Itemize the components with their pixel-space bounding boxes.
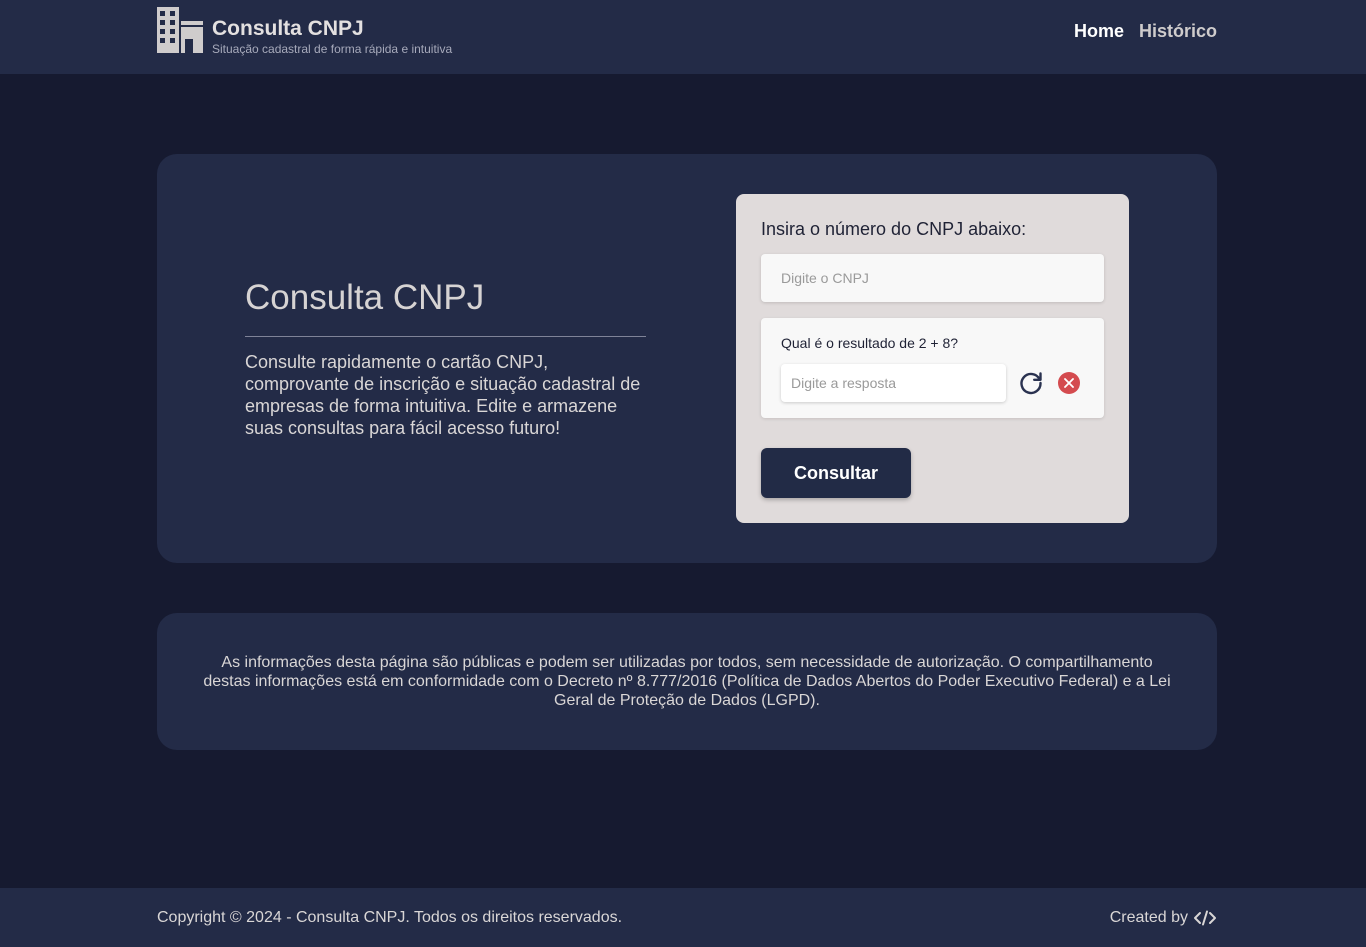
copyright-text: Copyright © 2024 - Consulta CNPJ. Todos … — [157, 909, 623, 926]
hero-title: Consulta CNPJ — [245, 278, 485, 317]
captcha-question: Qual é o resultado de 2 + 8? — [781, 335, 959, 351]
top-navbar: Consulta CNPJ Situação cadastral de form… — [0, 0, 1366, 74]
close-circle-icon[interactable] — [1058, 372, 1080, 394]
hero-divider — [245, 336, 646, 337]
cnpj-input[interactable] — [761, 254, 1104, 302]
captcha-box: Qual é o resultado de 2 + 8? — [761, 318, 1104, 418]
info-card: As informações desta página são públicas… — [157, 613, 1217, 750]
created-by[interactable]: Created by — [1110, 909, 1217, 927]
cnpj-form-label: Insira o número do CNPJ abaixo: — [761, 219, 1027, 239]
nav-home-link[interactable]: Home — [1074, 20, 1124, 42]
code-icon — [1194, 910, 1216, 926]
brand-subtitle: Situação cadastral de forma rápida e int… — [212, 42, 453, 56]
brand[interactable]: Consulta CNPJ Situação cadastral de form… — [157, 7, 452, 56]
building-icon — [157, 7, 203, 53]
created-by-label: Created by — [1109, 909, 1188, 926]
hero-card: Consulta CNPJ Consulte rapidamente o car… — [157, 154, 1217, 563]
captcha-answer-input[interactable] — [781, 364, 1006, 402]
hero-description: Consulte rapidamente o cartão CNPJ, comp… — [245, 352, 641, 438]
consultar-button[interactable]: Consultar — [761, 448, 911, 498]
nav-historico-link[interactable]: Histórico — [1139, 20, 1217, 42]
footer: Copyright © 2024 - Consulta CNPJ. Todos … — [0, 888, 1366, 947]
cnpj-form: Insira o número do CNPJ abaixo: Qual é o… — [736, 194, 1129, 523]
brand-title: Consulta CNPJ — [212, 17, 364, 40]
refresh-icon[interactable] — [1018, 370, 1044, 396]
legal-notice: As informações desta página são públicas… — [203, 654, 1171, 709]
main-nav: Home Histórico — [1074, 20, 1217, 42]
